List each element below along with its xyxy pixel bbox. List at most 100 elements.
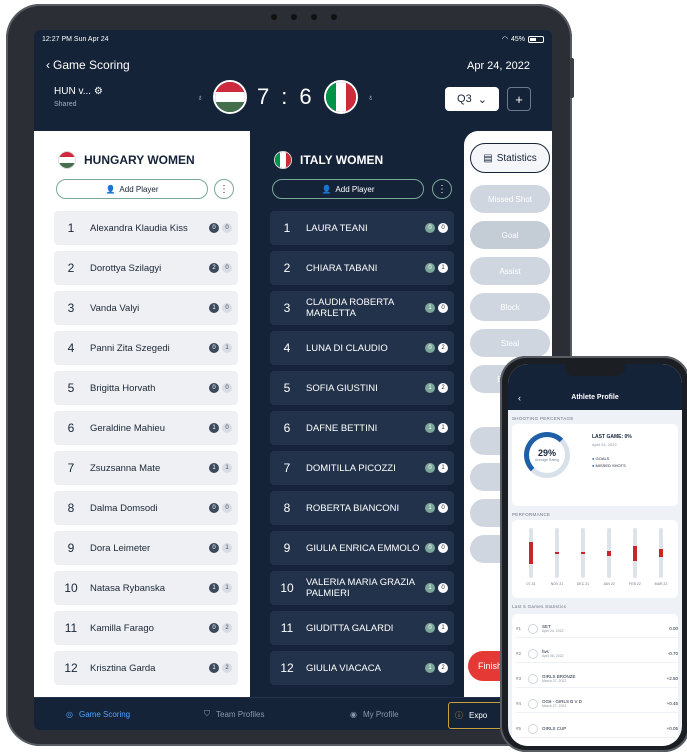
player-number: 12 — [280, 661, 294, 675]
performance-bar — [659, 528, 663, 578]
info-icon[interactable]: ⋮ — [214, 179, 234, 199]
goal-count-badge: 0 — [425, 463, 435, 473]
tab-team-profiles[interactable]: ⛉ Team Profiles — [204, 709, 264, 719]
game-date: Apr 24, 2022 — [467, 60, 530, 72]
performance-bar — [529, 528, 533, 578]
player-row[interactable]: 1 LAURA TEANI 00 — [270, 211, 454, 245]
timeout-icon[interactable]: ♁ — [197, 93, 203, 102]
player-row[interactable]: 3 Vanda Valyi 10 — [54, 291, 238, 325]
performance-bar — [581, 528, 585, 578]
player-name: CLAUDIA ROBERTA MARLETTA — [306, 297, 394, 319]
score-away: 6 — [299, 84, 314, 109]
goal-count-badge: 1 — [425, 503, 435, 513]
player-row[interactable]: 11 Kamilla Farago 02 — [54, 611, 238, 645]
performance-tick-label: FEB 22 — [629, 582, 641, 586]
export-button[interactable]: ⓘ Expo — [448, 702, 508, 729]
player-row[interactable]: 8 Dalma Domsodi 00 — [54, 491, 238, 525]
export-icon: ⓘ — [455, 711, 463, 720]
player-row[interactable]: 10 Natasa Rybanska 11 — [54, 571, 238, 605]
away-player-list: 1 LAURA TEANI 002 CHIARA TABANI 013 CLAU… — [270, 211, 454, 691]
player-row[interactable]: 6 Geraldine Mahieu 10 — [54, 411, 238, 445]
foul-count-badge: 1 — [438, 623, 448, 633]
assist-button[interactable]: Assist — [470, 257, 550, 285]
game-avatar — [528, 648, 538, 659]
game-title: GIRLS CUP — [542, 726, 567, 731]
foul-count-badge: 1 — [222, 543, 232, 553]
block-button[interactable]: Block — [470, 293, 550, 321]
foul-count-badge: 0 — [222, 223, 232, 233]
game-date: April 08, 2022 — [542, 653, 564, 658]
player-number: 12 — [64, 661, 78, 675]
player-row[interactable]: 3 CLAUDIA ROBERTA MARLETTA 10 — [270, 291, 454, 325]
game-row[interactable]: #3 GIRLS BRONZE March 27, 2022 +2.50 — [516, 670, 678, 688]
steal-button[interactable]: Steal — [470, 329, 550, 357]
goal-count-badge: 0 — [425, 223, 435, 233]
player-number: 2 — [283, 261, 291, 275]
game-rank: #4 — [516, 701, 522, 706]
chevron-left-icon: ‹ — [46, 58, 50, 72]
player-name: Panni Zita Szegedi — [90, 342, 170, 354]
player-row[interactable]: 5 SOFIA GIUSTINI 12 — [270, 371, 454, 405]
foul-count-badge: 2 — [438, 343, 448, 353]
timeout-icon[interactable]: ♁ — [368, 93, 374, 102]
player-number: 7 — [283, 461, 291, 475]
player-row[interactable]: 2 CHIARA TABANI 01 — [270, 251, 454, 285]
player-row[interactable]: 8 ROBERTA BIANCONI 10 — [270, 491, 454, 525]
add-player-button[interactable]: 👤 Add Player — [56, 179, 208, 199]
marketing-composite: 12:27 PM Sun Apr 24 ◠ 45% ‹ Game Scoring… — [0, 0, 687, 753]
player-row[interactable]: 11 GIUDITTA GALARDI 01 — [270, 611, 454, 645]
game-date: April 24, 2022 — [542, 628, 564, 633]
status-time: 12:27 PM Sun Apr 24 — [42, 35, 109, 43]
player-row[interactable]: 5 Brigitta Horvath 00 — [54, 371, 238, 405]
gear-icon[interactable]: ⚙ — [94, 86, 103, 97]
info-icon[interactable]: ⋮ — [432, 179, 452, 199]
player-row[interactable]: 12 GIULIA VIACACA 12 — [270, 651, 454, 685]
player-number: 4 — [67, 341, 75, 355]
game-row[interactable]: #1 SET April 24, 2022 0.00 — [516, 620, 678, 638]
home-player-list: 1 Alexandra Klaudia Kiss 00 2 Dorottya Sz… — [54, 211, 238, 691]
player-row[interactable]: 9 Dora Leimeter 01 — [54, 531, 238, 565]
back-button[interactable]: ‹ Game Scoring — [46, 58, 130, 72]
player-name: CHIARA TABANI — [306, 262, 378, 274]
tab-my-profile[interactable]: ◉ My Profile — [350, 710, 399, 719]
italy-flag-icon — [274, 151, 292, 169]
performance-label: PERFORMANCE — [512, 512, 551, 517]
game-avatar — [528, 723, 538, 734]
foul-count-badge: 0 — [222, 263, 232, 273]
quarter-select[interactable]: Q3 ⌄ — [445, 87, 499, 111]
game-title: SET — [542, 623, 551, 629]
tab-game-scoring[interactable]: ◎ Game Scoring — [66, 710, 130, 719]
game-row[interactable]: #4 OG6 - GIRLS B V D March 27, 2022 +0.45 — [516, 695, 678, 713]
goal-count-badge: 0 — [425, 543, 435, 553]
game-avatar — [528, 698, 538, 709]
game-row[interactable]: #5 GIRLS CUP +0.05 — [516, 720, 678, 738]
legend-goals: ● GOALS — [592, 456, 610, 461]
player-row[interactable]: 12 Krisztina Garda 12 — [54, 651, 238, 685]
game-name[interactable]: HUN v... ⚙ — [54, 86, 103, 97]
player-name: Dorottya Szilagyi — [90, 262, 162, 274]
player-number: 8 — [67, 501, 75, 515]
player-row[interactable]: 9 GIULIA ENRICA EMMOLO 00 — [270, 531, 454, 565]
player-row[interactable]: 4 LUNA DI CLAUDIO 02 — [270, 331, 454, 365]
battery-icon — [528, 35, 544, 43]
chart-icon: ▤ — [483, 152, 493, 164]
player-row[interactable]: 1 Alexandra Klaudia Kiss 00 — [54, 211, 238, 245]
game-delta: +0.45 — [666, 701, 678, 706]
player-name: Brigitta Horvath — [90, 382, 156, 394]
game-row[interactable]: #2 fws April 08, 2022 -0.70 — [516, 645, 678, 663]
player-row[interactable]: 2 Dorottya Szilagyi 20 — [54, 251, 238, 285]
goal-count-badge: 1 — [209, 463, 219, 473]
goal-button[interactable]: Goal — [470, 221, 550, 249]
goal-count-badge: 1 — [209, 303, 219, 313]
player-row[interactable]: 4 Panni Zita Szegedi 01 — [54, 331, 238, 365]
player-row[interactable]: 6 DAFNE BETTINI 11 — [270, 411, 454, 445]
ipad-screen: 12:27 PM Sun Apr 24 ◠ 45% ‹ Game Scoring… — [34, 30, 552, 730]
missed-shot-button[interactable]: Missed Shot — [470, 185, 550, 213]
player-row[interactable]: 10 VALERIA MARIA GRAZIA PALMIERI 10 — [270, 571, 454, 605]
player-number: 11 — [64, 621, 78, 635]
statistics-button[interactable]: ▤ Statistics — [470, 143, 550, 173]
player-row[interactable]: 7 DOMITILLA PICOZZI 01 — [270, 451, 454, 485]
player-row[interactable]: 7 Zsuzsanna Mate 11 — [54, 451, 238, 485]
add-button[interactable]: + — [507, 87, 531, 111]
add-player-button[interactable]: 👤 Add Player — [272, 179, 424, 199]
